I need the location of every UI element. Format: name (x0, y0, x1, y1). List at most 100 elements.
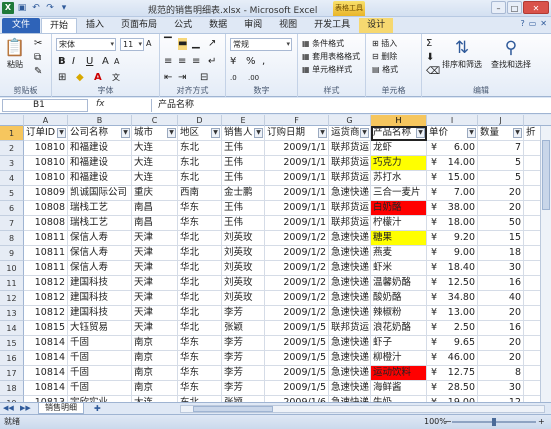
cell-sales[interactable]: 金士鹏 (222, 186, 265, 201)
row-header[interactable]: 15 (0, 336, 24, 351)
table-header-cell[interactable]: 运货商 ▼ (329, 126, 371, 141)
cell-company[interactable]: 和福建设 (68, 156, 132, 171)
cell-date[interactable]: 2009/1/1 (265, 171, 329, 186)
cell-product[interactable]: 运动饮料 (371, 366, 427, 381)
vertical-scrollbar[interactable] (540, 126, 551, 402)
percent-icon[interactable]: % (246, 56, 256, 68)
cell-sales[interactable]: 刘英玫 (222, 276, 265, 291)
cell-price[interactable]: ¥28.50 (427, 381, 478, 396)
cell-region[interactable]: 华北 (178, 306, 222, 321)
cell-sales[interactable]: 李芳 (222, 381, 265, 396)
cell-price[interactable]: ¥9.20 (427, 231, 478, 246)
cell-product[interactable]: 海鲜酱 (371, 381, 427, 396)
cell-qty[interactable]: 20 (478, 336, 524, 351)
cell-city[interactable]: 南京 (132, 351, 178, 366)
table-header-cell[interactable]: 订单ID ▼ (24, 126, 68, 141)
cell-qty[interactable]: 20 (478, 351, 524, 366)
cell-region[interactable]: 华北 (178, 321, 222, 336)
cell-company[interactable]: 瑞栈工艺 (68, 216, 132, 231)
cell-qty[interactable]: 8 (478, 366, 524, 381)
sort-filter-button[interactable]: ⇅ 排序和筛选 (440, 37, 484, 70)
cell-city[interactable]: 大连 (132, 171, 178, 186)
cell-qty[interactable]: 40 (478, 291, 524, 306)
cell-product[interactable]: 辣椒粉 (371, 306, 427, 321)
align-bottom-icon[interactable]: ▁ (192, 38, 200, 50)
cell-price[interactable]: ¥18.00 (427, 216, 478, 231)
underline-icon[interactable]: U (86, 56, 93, 68)
cell-id[interactable]: 10809 (24, 186, 68, 201)
wrap-text-icon[interactable]: ↵ (208, 56, 216, 68)
cell-date[interactable]: 2009/1/5 (265, 381, 329, 396)
font-smaller-icon[interactable]: A (114, 56, 119, 68)
table-header-cell[interactable]: 城市 ▼ (132, 126, 178, 141)
minimize-button[interactable]: – (491, 1, 506, 14)
tab-developer[interactable]: 开发工具 (306, 18, 358, 33)
cell-company[interactable]: 保信人寿 (68, 231, 132, 246)
table-header-cell[interactable]: 地区 ▼ (178, 126, 222, 141)
tab-view[interactable]: 视图 (271, 18, 305, 33)
cell-date[interactable]: 2009/1/2 (265, 276, 329, 291)
cell-id[interactable]: 10812 (24, 276, 68, 291)
cell-company[interactable]: 凯诚国际公司 (68, 186, 132, 201)
cell-sales[interactable]: 王伟 (222, 156, 265, 171)
cell-company[interactable]: 千固 (68, 366, 132, 381)
cell-product[interactable]: 糖果 (371, 231, 427, 246)
cell-id[interactable]: 10811 (24, 246, 68, 261)
zoom-level[interactable]: 100% (424, 415, 447, 429)
cell-sales[interactable]: 李芳 (222, 351, 265, 366)
cell-city[interactable]: 大连 (132, 156, 178, 171)
cell-date[interactable]: 2009/1/2 (265, 231, 329, 246)
cell-sales[interactable]: 李芳 (222, 366, 265, 381)
decrease-decimal-icon[interactable]: .00 (248, 72, 259, 84)
fill-icon[interactable]: ⬇ (426, 52, 434, 64)
cell-region[interactable]: 东北 (178, 156, 222, 171)
cell-qty[interactable]: 20 (478, 306, 524, 321)
cell-city[interactable]: 大连 (132, 141, 178, 156)
cell-ship[interactable]: 急速快递 (329, 336, 371, 351)
cell-id[interactable]: 10811 (24, 261, 68, 276)
cell-product[interactable]: 浪花奶酪 (371, 321, 427, 336)
cell-city[interactable]: 南京 (132, 381, 178, 396)
fill-color-icon[interactable]: ◆ (76, 72, 84, 84)
cell-qty[interactable]: 7 (478, 141, 524, 156)
row-header[interactable]: 17 (0, 366, 24, 381)
cell-date[interactable]: 2009/1/5 (265, 366, 329, 381)
cell-ship[interactable]: 联邦货运 (329, 156, 371, 171)
column-header-i[interactable]: I (427, 115, 478, 126)
cell-price[interactable]: ¥6.00 (427, 141, 478, 156)
cell-ship[interactable]: 急速快递 (329, 276, 371, 291)
cell-ship[interactable]: 联邦货运 (329, 321, 371, 336)
cell-id[interactable]: 10814 (24, 366, 68, 381)
font-color-icon[interactable]: A (94, 72, 102, 84)
align-right-icon[interactable]: ≡ (192, 56, 200, 68)
border-icon[interactable]: ⊞ (58, 72, 66, 84)
cell-price[interactable]: ¥12.75 (427, 366, 478, 381)
row-header[interactable]: 16 (0, 351, 24, 366)
cell-sales[interactable]: 李芳 (222, 336, 265, 351)
cell-id[interactable]: 10815 (24, 321, 68, 336)
format-cells-button[interactable]: ▤ 格式 (372, 64, 398, 75)
row-header[interactable]: 7 (0, 216, 24, 231)
cell-date[interactable]: 2009/1/1 (265, 201, 329, 216)
tab-data[interactable]: 数据 (201, 18, 235, 33)
cell-region[interactable]: 华东 (178, 351, 222, 366)
cell-city[interactable]: 天津 (132, 291, 178, 306)
cell-date[interactable]: 2009/1/2 (265, 246, 329, 261)
next-sheet-icon[interactable]: ▶▶ (20, 404, 31, 412)
cell-region[interactable]: 华北 (178, 246, 222, 261)
cell-ship[interactable]: 联邦货运 (329, 171, 371, 186)
cell-price[interactable]: ¥46.00 (427, 351, 478, 366)
cell-date[interactable]: 2009/1/2 (265, 261, 329, 276)
redo-icon[interactable]: ↷ (44, 2, 56, 14)
row-header[interactable]: 3 (0, 156, 24, 171)
align-center-icon[interactable]: ≡ (178, 56, 186, 68)
cell-company[interactable]: 千固 (68, 351, 132, 366)
copy-icon[interactable]: ⧉ (34, 52, 41, 64)
cell-qty[interactable]: 50 (478, 216, 524, 231)
row-header[interactable]: 8 (0, 231, 24, 246)
align-left-icon[interactable]: ≡ (164, 56, 172, 68)
zoom-slider[interactable] (452, 418, 536, 426)
cell-city[interactable]: 南京 (132, 336, 178, 351)
select-all-corner[interactable] (0, 115, 24, 126)
cell-price[interactable]: ¥12.50 (427, 276, 478, 291)
